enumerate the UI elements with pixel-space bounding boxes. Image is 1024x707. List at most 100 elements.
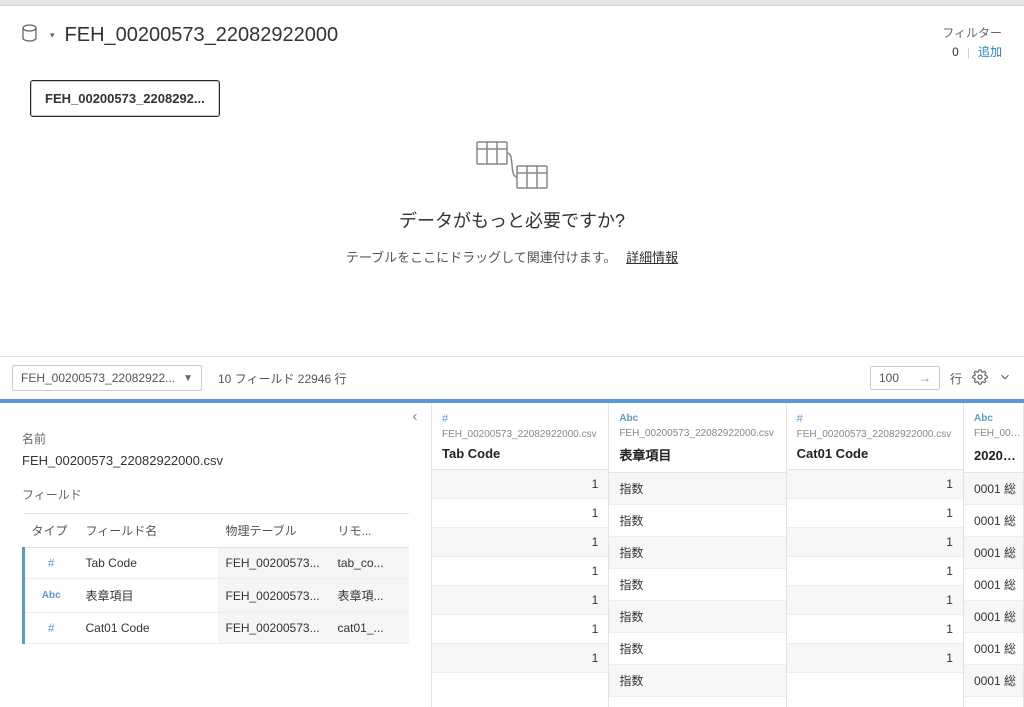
field-name: 表章項目 xyxy=(78,579,218,613)
grid-cell[interactable]: 0001 総 xyxy=(964,537,1023,569)
collapse-left-icon[interactable] xyxy=(409,403,431,426)
type-icon: # xyxy=(24,613,78,644)
metadata-panel: 名前 FEH_00200573_22082922000.csv フィールド タイ… xyxy=(0,403,432,707)
fields-table: タイプ フィールド名 物理テーブル リモ... #Tab CodeFEH_002… xyxy=(22,513,409,644)
grid-cell[interactable]: 1 xyxy=(787,557,963,586)
table-select[interactable]: FEH_00200573_22082922... ▼ xyxy=(12,365,202,391)
grid-column-header[interactable]: Abc FEH_00200573_22082922000.csv 表章項目 xyxy=(609,403,785,473)
grid-cell[interactable]: 指数 xyxy=(609,665,785,697)
page-title: FEH_00200573_22082922000 xyxy=(65,24,339,47)
grid-cell[interactable]: 0001 総 xyxy=(964,601,1023,633)
grid-cell[interactable]: 0001 総 xyxy=(964,505,1023,537)
remote-name: cat01_... xyxy=(330,613,410,644)
canvas-subtext-text: テーブルをここにドラッグして関連付けます。 xyxy=(346,250,617,265)
grid-cell[interactable]: 0001 総 xyxy=(964,633,1023,665)
grid-cell[interactable]: 1 xyxy=(432,470,608,499)
table-info: 10 フィールド 22946 行 xyxy=(218,370,346,387)
column-name: 表章項目 xyxy=(619,445,775,464)
canvas-subtext: テーブルをここにドラッグして関連付けます。 詳細情報 xyxy=(346,247,678,266)
grid-column: # FEH_00200573_22082922000.csv Cat01 Code 1… xyxy=(787,403,964,707)
remote-name: tab_co... xyxy=(330,548,410,579)
gear-icon[interactable] xyxy=(972,369,988,388)
grid-column: AbcFEH_002002020年基0001 総0001 総0001 総0001… xyxy=(964,403,1024,707)
field-name: Tab Code xyxy=(78,548,218,579)
type-icon: Abc xyxy=(619,413,775,424)
grid-cell[interactable]: 1 xyxy=(787,528,963,557)
database-dropdown-caret[interactable]: ▾ xyxy=(50,30,55,41)
grid-cell[interactable]: 0001 総 xyxy=(964,473,1023,505)
filter-label: フィルター xyxy=(942,24,1002,41)
column-source: FEH_00200573_22082922000.csv xyxy=(442,429,598,440)
grid-cell[interactable]: 0001 総 xyxy=(964,665,1023,697)
grid-cell[interactable]: 1 xyxy=(787,470,963,499)
table-select-label: FEH_00200573_22082922... xyxy=(21,371,175,385)
grid-cell[interactable]: 1 xyxy=(432,586,608,615)
details-link[interactable]: 詳細情報 xyxy=(626,250,678,265)
relation-canvas[interactable]: FEH_00200573_2208292... データがもっと必要ですか? テー… xyxy=(0,70,1024,356)
data-grid[interactable]: #FEH_00200573_22082922000.csvTab Code111… xyxy=(432,403,1024,707)
rows-input[interactable]: 100 → xyxy=(870,366,940,390)
type-icon: # xyxy=(442,413,598,425)
grid-cell[interactable]: 1 xyxy=(787,586,963,615)
grid-column-header[interactable]: Abc FEH_00200 2020年基 xyxy=(964,403,1023,473)
grid-column: #FEH_00200573_22082922000.csvTab Code111… xyxy=(432,403,609,707)
column-source: FEH_00200 xyxy=(974,428,1023,439)
grid-cell[interactable]: 指数 xyxy=(609,569,785,601)
tables-join-icon xyxy=(475,140,549,193)
header: ▾ FEH_00200573_22082922000 フィルター 0 | 追加 xyxy=(0,6,1024,70)
grid-column-header[interactable]: # FEH_00200573_22082922000.csv Cat01 Code xyxy=(787,403,963,470)
col-phys[interactable]: 物理テーブル xyxy=(218,514,330,548)
remote-name: 表章項... xyxy=(330,579,410,613)
grid-cell[interactable]: 指数 xyxy=(609,537,785,569)
grid-cell[interactable]: 1 xyxy=(432,644,608,673)
type-icon: # xyxy=(24,548,78,579)
name-value[interactable]: FEH_00200573_22082922000.csv xyxy=(22,453,409,468)
type-icon: Abc xyxy=(24,579,78,613)
filter-add-link[interactable]: 追加 xyxy=(978,43,1002,60)
grid-cell[interactable]: 1 xyxy=(432,557,608,586)
column-source: FEH_00200573_22082922000.csv xyxy=(797,429,953,440)
fields-row[interactable]: #Cat01 CodeFEH_00200573...cat01_... xyxy=(24,613,410,644)
fields-header-row: タイプ フィールド名 物理テーブル リモ... xyxy=(24,514,410,548)
grid-cell[interactable]: 指数 xyxy=(609,633,785,665)
physical-table: FEH_00200573... xyxy=(218,548,330,579)
canvas-heading: データがもっと必要ですか? xyxy=(399,207,625,233)
grid-cell[interactable]: 1 xyxy=(432,615,608,644)
col-remote[interactable]: リモ... xyxy=(330,514,410,548)
col-type[interactable]: タイプ xyxy=(24,514,78,548)
table-node[interactable]: FEH_00200573_2208292... xyxy=(30,80,220,117)
rows-input-value: 100 xyxy=(879,371,899,385)
database-icon xyxy=(22,24,40,47)
grid-cell[interactable]: 1 xyxy=(432,499,608,528)
grid-cell[interactable]: 0001 総 xyxy=(964,569,1023,601)
grid-cell[interactable]: 指数 xyxy=(609,601,785,633)
physical-table: FEH_00200573... xyxy=(218,613,330,644)
grid-cell[interactable]: 1 xyxy=(432,528,608,557)
filter-divider: | xyxy=(967,45,970,59)
grid-cell[interactable]: 指数 xyxy=(609,505,785,537)
column-source: FEH_00200573_22082922000.csv xyxy=(619,428,775,439)
filter-count: 0 xyxy=(952,45,959,59)
grid-column-header[interactable]: #FEH_00200573_22082922000.csvTab Code xyxy=(432,403,608,470)
column-name: Cat01 Code xyxy=(797,446,953,461)
physical-table: FEH_00200573... xyxy=(218,579,330,613)
data-grid-panel: #FEH_00200573_22082922000.csvTab Code111… xyxy=(432,403,1024,707)
fields-label: フィールド xyxy=(22,486,409,503)
grid-cell[interactable]: 1 xyxy=(787,644,963,673)
col-name[interactable]: フィールド名 xyxy=(78,514,218,548)
arrow-right-icon: → xyxy=(919,371,931,385)
lower-pane: 名前 FEH_00200573_22082922000.csv フィールド タイ… xyxy=(0,399,1024,707)
fields-row[interactable]: Abc表章項目FEH_00200573...表章項... xyxy=(24,579,410,613)
data-toolbar: FEH_00200573_22082922... ▼ 10 フィールド 2294… xyxy=(0,356,1024,400)
chevron-down-icon: ▼ xyxy=(183,373,193,384)
type-icon: # xyxy=(797,413,953,425)
chevron-down-icon[interactable] xyxy=(998,370,1012,387)
rows-unit-label: 行 xyxy=(950,370,962,387)
fields-row[interactable]: #Tab CodeFEH_00200573...tab_co... xyxy=(24,548,410,579)
grid-column: AbcFEH_00200573_22082922000.csv表章項目指数指数指… xyxy=(609,403,786,707)
grid-cell[interactable]: 指数 xyxy=(609,473,785,505)
type-icon: Abc xyxy=(974,413,1023,424)
grid-cell[interactable]: 1 xyxy=(787,615,963,644)
column-name: 2020年基 xyxy=(974,445,1023,464)
grid-cell[interactable]: 1 xyxy=(787,499,963,528)
